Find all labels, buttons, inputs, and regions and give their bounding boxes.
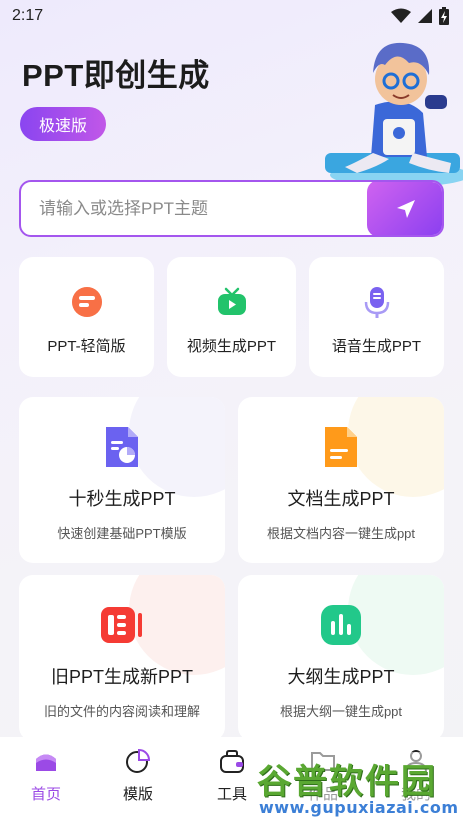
nav-templates[interactable]: 模版 [108, 737, 168, 823]
quick-tool-voice[interactable]: 语音生成PPT [309, 257, 444, 377]
template-icon [126, 748, 151, 773]
feature-ten-second-ppt[interactable]: 十秒生成PPT 快速创建基础PPT模版 [19, 397, 225, 563]
send-button[interactable] [367, 182, 442, 235]
status-bar: 2:17 [0, 0, 463, 32]
feature-subtitle: 旧的文件的内容阅读和理解 [43, 704, 200, 719]
mascot-illustration [325, 42, 463, 185]
ppt-convert-icon [101, 607, 142, 643]
feature-title: 文档生成PPT [287, 489, 395, 509]
nav-home[interactable]: 首页 [16, 737, 76, 823]
watermark: 谷普软件园 www.gupuxiazai.com [253, 752, 463, 820]
speed-edition-badge[interactable]: 极速版 [20, 107, 106, 141]
video-tv-icon [217, 287, 246, 315]
toolbox-icon [220, 750, 244, 773]
home-icon [36, 754, 56, 771]
document-chart-icon [106, 427, 138, 467]
feature-title: 十秒生成PPT [68, 489, 176, 509]
watermark-title: 谷普软件园 [257, 762, 437, 802]
nav-label: 首页 [30, 786, 61, 803]
nav-label: 工具 [216, 786, 247, 803]
feature-outline-ppt[interactable]: 大纲生成PPT 根据大纲一键生成ppt [238, 575, 444, 741]
battery-charging-icon [439, 7, 449, 25]
document-icon [325, 427, 357, 467]
send-arrow-icon [396, 199, 415, 218]
signal-icon [418, 9, 432, 23]
watermark-url: www.gupuxiazai.com [259, 798, 459, 817]
bar-chart-icon [321, 605, 361, 645]
ppt-lite-icon [71, 287, 102, 317]
feature-old-ppt-to-new[interactable]: 旧PPT生成新PPT 旧的文件的内容阅读和理解 [19, 575, 225, 741]
feature-subtitle: 根据大纲一键生成ppt [279, 704, 403, 719]
topic-search-box [19, 180, 444, 237]
nav-label: 模版 [122, 786, 153, 803]
quick-tool-video[interactable]: 视频生成PPT [167, 257, 296, 377]
feature-document-ppt[interactable]: 文档生成PPT 根据文档内容一键生成ppt [238, 397, 444, 563]
quick-tool-label: 视频生成PPT [186, 338, 277, 355]
quick-tool-label: 语音生成PPT [331, 338, 422, 355]
quick-tool-ppt-lite[interactable]: PPT-轻简版 [19, 257, 154, 377]
quick-tool-label: PPT-轻简版 [47, 338, 126, 355]
wifi-icon [391, 8, 411, 23]
microphone-icon [364, 287, 389, 318]
topic-input[interactable] [21, 182, 367, 235]
status-icons [391, 7, 449, 25]
feature-subtitle: 根据文档内容一键生成ppt [266, 526, 416, 541]
feature-title: 旧PPT生成新PPT [50, 667, 193, 687]
feature-subtitle: 快速创建基础PPT模版 [57, 526, 187, 541]
status-time: 2:17 [12, 7, 44, 24]
page-title: PPT即创生成 [22, 58, 210, 93]
feature-title: 大纲生成PPT [287, 667, 395, 687]
